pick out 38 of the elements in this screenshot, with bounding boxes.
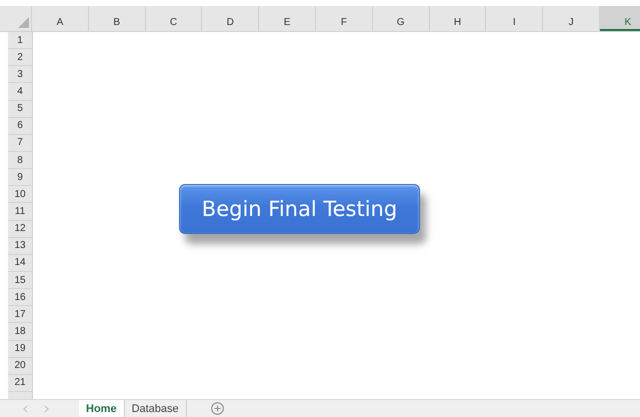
row-header[interactable]: 2 [8, 49, 32, 66]
row-header[interactable]: 7 [8, 134, 32, 152]
row-header[interactable]: 8 [8, 152, 32, 170]
column-header[interactable]: B [88, 6, 146, 31]
column-header[interactable]: I [486, 6, 544, 31]
row-header[interactable]: 4 [8, 83, 32, 101]
sheet-tab[interactable]: Database [124, 400, 187, 417]
column-header[interactable]: K [600, 6, 640, 31]
scroll-right-icon[interactable] [44, 404, 49, 412]
row-header[interactable]: 13 [8, 238, 32, 255]
scroll-left-icon[interactable] [23, 404, 28, 412]
row-header[interactable]: 15 [8, 272, 32, 290]
column-header[interactable]: C [146, 6, 202, 31]
row-header[interactable]: 21 [8, 374, 32, 392]
row-header[interactable]: 14 [8, 254, 32, 272]
row-header[interactable]: 10 [8, 186, 32, 204]
row-header[interactable]: 11 [8, 203, 32, 221]
column-header[interactable]: H [430, 6, 486, 31]
row-header[interactable]: 16 [8, 289, 32, 306]
row-header[interactable]: 6 [8, 118, 32, 135]
row-header[interactable]: 3 [8, 66, 32, 84]
column-header[interactable]: D [202, 6, 260, 31]
row-header[interactable]: 20 [8, 358, 32, 375]
add-sheet-icon[interactable] [210, 402, 224, 415]
sheet-tab[interactable]: Home [79, 400, 125, 417]
column-header[interactable]: A [32, 6, 89, 31]
row-header[interactable]: 9 [8, 169, 32, 186]
row-header[interactable]: 1 [8, 32, 32, 50]
column-header[interactable]: G [372, 6, 430, 31]
column-header[interactable]: E [259, 6, 316, 31]
row-header[interactable]: 18 [8, 323, 32, 341]
row-header[interactable]: 19 [8, 340, 32, 358]
row-header[interactable]: 5 [8, 100, 32, 118]
row-header[interactable]: 17 [8, 306, 32, 324]
row-header[interactable]: 12 [8, 220, 32, 238]
column-header[interactable]: F [316, 6, 373, 31]
select-all-icon[interactable] [18, 17, 29, 28]
begin-testing-button[interactable]: Begin Final Testing [179, 184, 420, 234]
